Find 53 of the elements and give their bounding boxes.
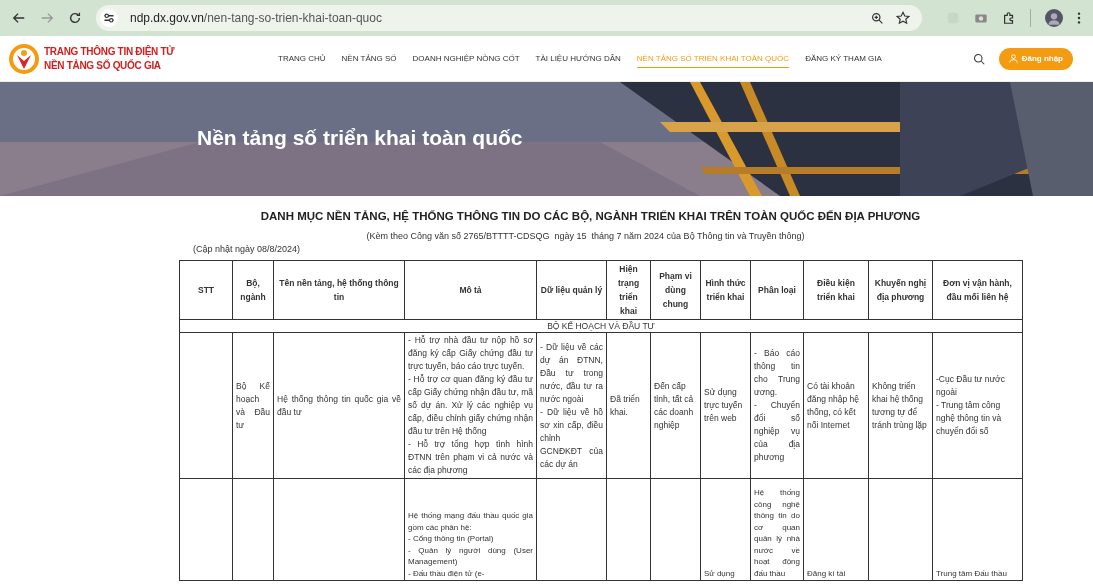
table-cell: Không triển khai hệ thống tương tự để tránh trùng lặp — [868, 332, 933, 479]
site-settings-icon[interactable] — [100, 9, 118, 27]
table-cell: - Báo cáo thông tin cho Trung ương. - Chuyển đổi số nghiệp vụ của địa phương — [750, 332, 804, 479]
table-cell: Trung tâm Đấu thầu — [932, 478, 1023, 581]
search-icon[interactable] — [972, 52, 985, 65]
table-cell: Sử dụng — [700, 478, 751, 581]
nav-link[interactable]: TRANG CHỦ — [278, 49, 326, 68]
column-header: Khuyến nghị địa phương — [868, 260, 933, 320]
nav-link[interactable]: DOANH NGHIỆP NÒNG CỐT — [412, 49, 520, 68]
address-bar[interactable]: ndp.dx.gov.vn/nen-tang-so-trien-khai-toan-quoc — [96, 5, 922, 31]
document-subtitle: (Kèm theo Công văn số 2765/BTTTT-CDSQG ngày 15 tháng 7 năm 2024 của Bộ Thông tin và Truyền thông) — [365, 231, 806, 241]
logo-icon[interactable] — [8, 42, 40, 75]
column-header: Bộ, ngành — [232, 260, 274, 320]
document-title: DANH MỤC NỀN TẢNG, HỆ THỐNG THÔNG TIN DO CÁC BỘ, NGÀNH TRIỂN KHAI TRÊN TOÀN QUỐC ĐẾN ĐỊA PHƯƠNG — [259, 210, 922, 222]
section-row: BỘ KẾ HOẠCH VÀ ĐẦU TƯ — [179, 319, 1023, 333]
back-icon[interactable] — [12, 11, 26, 25]
user-icon — [1008, 54, 1018, 63]
star-icon[interactable] — [896, 11, 910, 25]
site-logo-text[interactable]: NỀN TẢNG SỐ QUỐC GIA — [44, 58, 175, 73]
banner-heading: Nền tảng số triển khai toàn quốc — [197, 126, 523, 150]
column-header: Phạm vi dùng chung — [650, 260, 701, 320]
column-header: Hình thức triển khai — [700, 260, 751, 320]
table-cell: Hệ thống mạng đấu thầu quốc gia gồm các phân hệ: - Cổng thông tin (Portal) - Quản lý người dùng (User Management) - Đấu thầu điện tử (e- — [404, 478, 537, 581]
nav-link[interactable]: TÀI LIỆU HƯỚNG DẪN — [535, 49, 621, 68]
profile-avatar-icon[interactable] — [1045, 9, 1063, 27]
column-header: Điều kiện triển khai — [803, 260, 869, 320]
menu-icon[interactable] — [1077, 11, 1081, 25]
column-header: Phân loại — [750, 260, 804, 320]
table-cell: - Dữ liệu về các dự án ĐTNN, Đầu tư trong nước, đầu tư ra nước ngoài - Dữ liệu về hồ sơ xin cấp, điều chỉnh GCNĐKĐT của các dự án — [536, 332, 607, 479]
table-cell: -Cục Đầu tư nước ngoài - Trung tâm công nghệ thông tin và chuyển đổi số — [932, 332, 1023, 479]
column-header: Dữ liệu quản lý — [536, 260, 607, 320]
column-header: Mô tả — [404, 260, 537, 320]
table-cell: Bộ Kế hoạch và Đầu tư — [232, 332, 274, 479]
table-cell: Hệ thống thông tin quốc gia về đầu tư — [273, 332, 405, 479]
nav-link[interactable]: NỀN TẢNG SỐ — [341, 49, 397, 68]
nav-link[interactable]: ĐĂNG KÝ THAM GIA — [805, 49, 882, 68]
column-header: Đơn vị vận hành, đầu mối liên hệ — [932, 260, 1023, 320]
table-cell: - Hỗ trợ nhà đầu tư nộp hồ sơ đăng ký cấp Giấy chứng đầu tư trực tuyến, báo cáo trực tuyến. - Hỗ trợ cơ quan đăng ký đầu tư cấp Giấy chứng nhận đầu tư, mã số dự án. Xử lý các nghiệp vụ cấp, điều chỉnh giấy chứng nhận đầu tư trên Hệ thống - Hỗ trợ tổng hợp tình hình ĐTNN trên phạm vi cả nước và các địa phương — [404, 332, 537, 479]
table-cell: Hệ thống công nghệ thông tin do cơ quan quản lý nhà nước về hoạt động đấu thầu — [750, 478, 804, 581]
site-logo-text[interactable]: TRANG THÔNG TIN ĐIỆN TỬ — [44, 44, 175, 59]
column-header: Hiện trạng triển khai — [606, 260, 651, 320]
update-date: (Cập nhật ngày 08/8/2024) — [193, 244, 302, 254]
url-text: ndp.dx.gov.vn/nen-tang-so-trien-khai-toan-quoc — [130, 11, 382, 25]
reload-icon[interactable] — [68, 11, 82, 25]
table-cell: Đăng kí tài — [803, 478, 869, 581]
zoom-icon[interactable] — [871, 11, 884, 25]
table-cell: Đến cấp tỉnh, tất cả các doanh nghiệp — [650, 332, 701, 479]
table-cell: Đã triển khai. — [606, 332, 651, 479]
column-header: STT — [179, 260, 233, 320]
table-cell: Sử dụng trực tuyến trên web — [700, 332, 751, 479]
puzzle-icon[interactable] — [1002, 11, 1016, 25]
column-header: Tên nền tảng, hệ thống thông tin — [273, 260, 405, 320]
table-cell: Có tài khoản đăng nhập hệ thống, có kết nối Internet — [803, 332, 869, 479]
